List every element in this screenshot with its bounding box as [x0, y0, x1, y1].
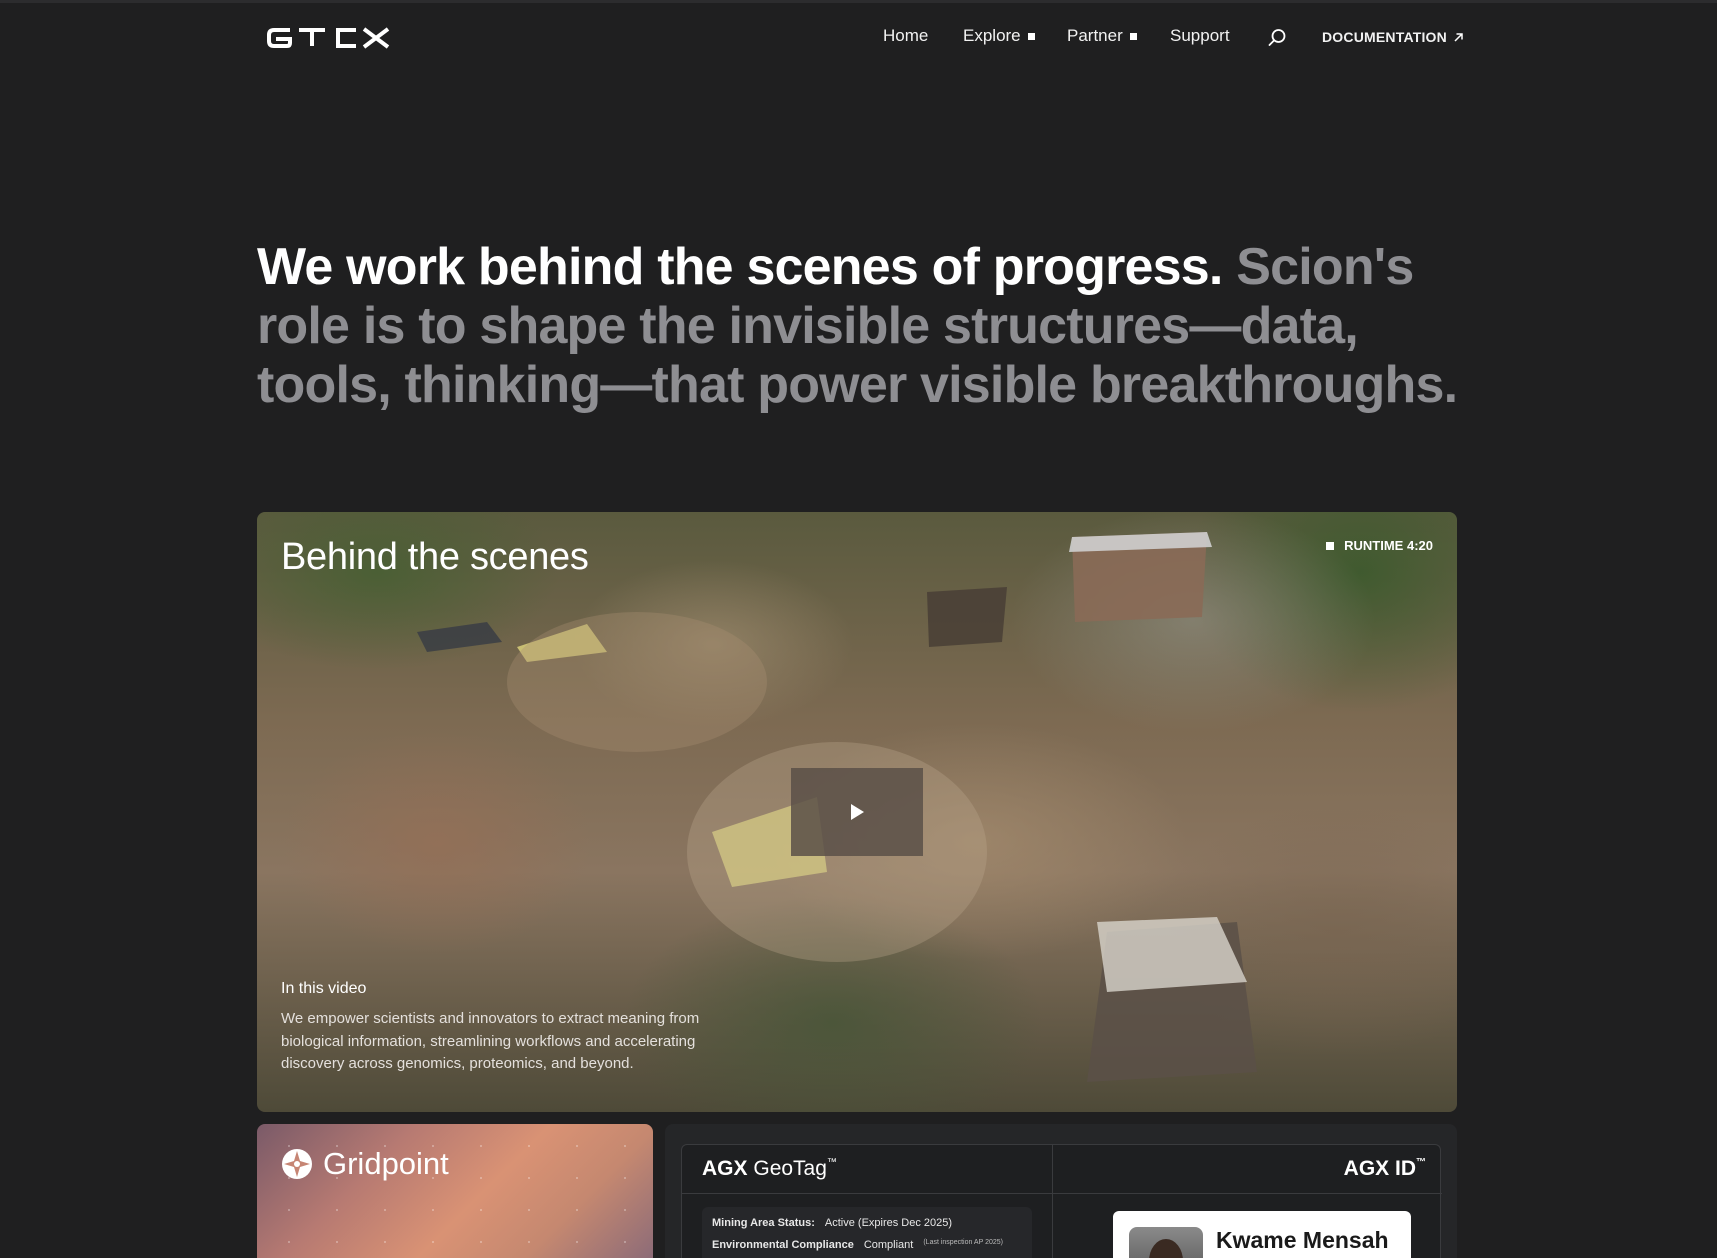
gridpoint-card[interactable]: Gridpoint — [257, 1124, 653, 1258]
video-info: In this video We empower scientists and … — [281, 980, 761, 1076]
arrow-up-right-icon — [1454, 32, 1463, 42]
search-icon[interactable] — [1266, 27, 1288, 49]
trademark-mark: ™ — [826, 1157, 837, 1168]
play-button[interactable] — [791, 768, 923, 856]
nav-support[interactable]: Support — [1170, 26, 1230, 46]
geotag-row-value: Compliant — [863, 1239, 914, 1251]
agx-panel: AGX GeoTag™ AGX ID™ Mining Area Status: … — [681, 1144, 1442, 1258]
nav-home[interactable]: Home — [883, 26, 928, 46]
nav-support-label: Support — [1170, 26, 1230, 45]
geotag-row: Environmental Compliance Compliant (Last… — [712, 1239, 1022, 1251]
play-icon — [851, 804, 864, 820]
nav-partner[interactable]: Partner — [1067, 26, 1137, 46]
agx-geotag-rest: GeoTag — [753, 1157, 827, 1180]
nav-partner-label: Partner — [1067, 26, 1123, 45]
video-card[interactable]: Behind the scenes RUNTIME 4:20 In this v… — [257, 512, 1457, 1112]
agx-geotag-title: AGX GeoTag™ — [702, 1157, 837, 1181]
avatar — [1129, 1227, 1203, 1258]
agx-geotag-bold: AGX — [702, 1157, 748, 1180]
divider — [682, 1193, 1442, 1194]
square-bullet-icon — [1027, 32, 1035, 40]
agx-card[interactable]: AGX GeoTag™ AGX ID™ Mining Area Status: … — [665, 1124, 1457, 1258]
nav-explore-label: Explore — [963, 26, 1021, 45]
geotag-row-key: Environmental Compliance — [712, 1239, 854, 1251]
nav-explore[interactable]: Explore — [963, 26, 1035, 46]
runtime-label: RUNTIME 4:20 — [1344, 538, 1433, 553]
hero-headline: We work behind the scenes of progress. S… — [257, 238, 1467, 415]
id-card: Kwame Mensah — [1113, 1211, 1411, 1258]
starfield-pattern — [257, 1124, 653, 1258]
gridpoint-name: Gridpoint — [323, 1146, 449, 1181]
agx-id-label: AGX ID — [1343, 1157, 1416, 1180]
main-nav: Home Explore Partner Support DOCUMENTATI… — [0, 26, 1717, 50]
geotag-details: Mining Area Status: Active (Expires Dec … — [702, 1207, 1032, 1258]
video-title: Behind the scenes — [281, 536, 589, 578]
geotag-row-note: (Last inspection AP 2025) — [923, 1239, 1003, 1246]
agx-id-title: AGX ID™ — [1344, 1157, 1426, 1181]
documentation-label: DOCUMENTATION — [1322, 29, 1447, 45]
geotag-row: Mining Area Status: Active (Expires Dec … — [712, 1217, 1022, 1229]
id-person-name: Kwame Mensah — [1216, 1227, 1389, 1253]
runtime-badge: RUNTIME 4:20 — [1326, 538, 1433, 553]
square-bullet-icon — [1129, 32, 1137, 40]
square-bullet-icon — [1326, 541, 1335, 550]
nav-home-label: Home — [883, 26, 929, 45]
hero-strong-text: We work behind the scenes of progress. — [257, 238, 1223, 296]
top-border — [0, 0, 1717, 3]
geotag-row-value: Active (Expires Dec 2025) — [824, 1217, 953, 1229]
gridpoint-brand: Gridpoint — [281, 1146, 449, 1182]
divider — [1052, 1145, 1053, 1258]
documentation-link[interactable]: DOCUMENTATION — [1322, 29, 1464, 45]
video-info-heading: In this video — [281, 980, 367, 997]
video-info-body: We empower scientists and innovators to … — [281, 1010, 700, 1072]
trademark-mark: ™ — [1416, 1157, 1426, 1168]
geotag-row-key: Mining Area Status: — [712, 1217, 815, 1229]
gridpoint-logo-icon — [282, 1149, 312, 1179]
